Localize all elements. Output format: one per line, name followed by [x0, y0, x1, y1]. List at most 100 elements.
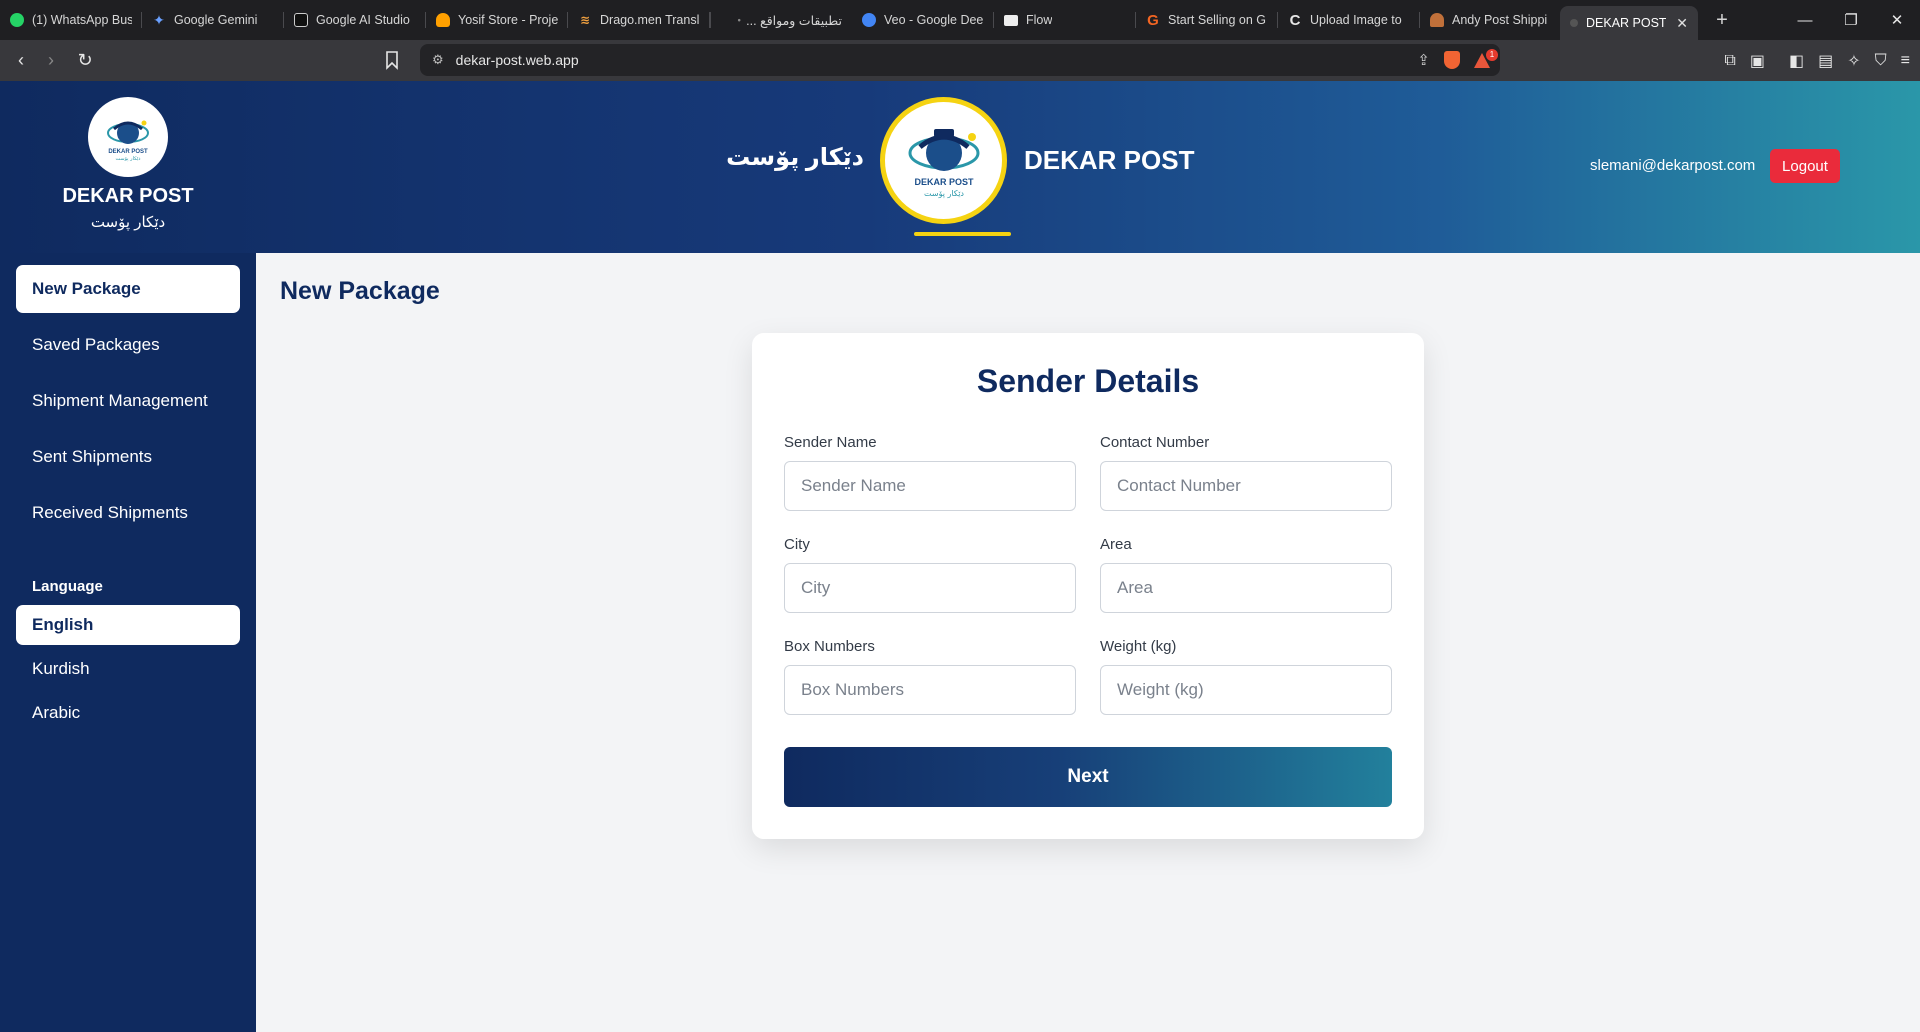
user-email: slemani@dekarpost.com: [1590, 157, 1756, 174]
logout-button[interactable]: Logout: [1770, 149, 1840, 183]
language-english[interactable]: English: [16, 605, 240, 645]
site-icon: •: [737, 15, 741, 25]
back-icon[interactable]: ‹: [6, 46, 36, 76]
sender-name-label: Sender Name: [784, 434, 877, 451]
sender-details-card: Sender Details Sender Name Contact Numbe…: [752, 333, 1424, 839]
browser-tab-upload-image[interactable]: C Upload Image to: [1278, 0, 1420, 40]
box-numbers-input[interactable]: [784, 665, 1076, 715]
reload-icon[interactable]: ↻: [70, 46, 100, 76]
tab-label: Google Gemini: [174, 13, 258, 27]
tab-label: Google AI Studio: [316, 13, 410, 27]
svg-text:دێکار پۆست: دێکار پۆست: [116, 156, 141, 162]
gemini-icon: ✦: [153, 11, 165, 28]
extensions-icon[interactable]: ⧉: [1724, 52, 1735, 70]
weight-label: Weight (kg): [1100, 638, 1177, 655]
bookmark-icon[interactable]: [385, 50, 399, 70]
g-icon: G: [1147, 11, 1159, 29]
browser-tab-dragomen[interactable]: ≋ Drago.men Transl: [568, 0, 710, 40]
sidebar-item-new-package[interactable]: New Package: [16, 265, 240, 313]
browser-tab-ai-studio[interactable]: Google AI Studio: [284, 0, 426, 40]
firebase-icon: [436, 13, 450, 27]
close-tab-icon[interactable]: ✕: [1676, 15, 1688, 32]
site-settings-icon[interactable]: ⚙: [432, 52, 444, 68]
veo-icon: [862, 13, 876, 27]
brand-logo: DEKAR POST دێکار پۆست: [88, 97, 168, 177]
sidebar-item-sent-shipments[interactable]: Sent Shipments: [16, 433, 240, 481]
browser-tab-gemini[interactable]: ✦ Google Gemini: [142, 0, 284, 40]
tab-label: تطبيقات ومواقع ...: [746, 13, 842, 28]
sidebar-item-saved-packages[interactable]: Saved Packages: [16, 321, 240, 369]
vpn-icon[interactable]: ⛉: [1875, 52, 1887, 70]
language-arabic[interactable]: Arabic: [16, 693, 240, 733]
weight-input[interactable]: [1100, 665, 1392, 715]
tab-label: Drago.men Transl: [600, 13, 700, 27]
browser-tab-dekar-post[interactable]: DEKAR POST ✕: [1560, 6, 1698, 40]
language-heading: Language: [32, 578, 103, 595]
sidebar-item-shipment-management[interactable]: Shipment Management: [16, 377, 240, 425]
c-icon: C: [1289, 11, 1301, 29]
city-label: City: [784, 536, 810, 553]
forward-icon[interactable]: ›: [36, 46, 66, 76]
next-button[interactable]: Next: [784, 747, 1392, 807]
flow-icon: [1004, 14, 1018, 26]
window-controls: — ❐ ✕: [1782, 0, 1920, 40]
brave-rewards-icon[interactable]: 1: [1474, 48, 1498, 68]
sidebar-item-received-shipments[interactable]: Received Shipments: [16, 489, 240, 537]
toolbar-right-icons: ⧉ ▣ ◧ ▤ ✧ ⛉ ≡: [1724, 40, 1910, 81]
sender-name-input[interactable]: [784, 461, 1076, 511]
brave-shields-icon[interactable]: [1444, 51, 1460, 69]
dekar-logo-large-icon: DEKAR POST دێکار پۆست: [908, 128, 979, 198]
tab-label: (1) WhatsApp Bus: [32, 13, 132, 27]
tab-label: Flow: [1026, 13, 1053, 27]
leo-ai-icon[interactable]: ✧: [1847, 51, 1860, 71]
browser-tab-start-selling[interactable]: G Start Selling on G: [1136, 0, 1278, 40]
header-kurdish-title: دێکار پۆست: [726, 144, 864, 171]
sidebar-toggle-icon[interactable]: ◧: [1789, 51, 1804, 71]
area-label: Area: [1100, 536, 1132, 553]
header-english-title: DEKAR POST: [1024, 145, 1195, 175]
menu-icon[interactable]: ≡: [1901, 52, 1910, 70]
tab-label: Start Selling on G: [1168, 13, 1266, 27]
box-numbers-label: Box Numbers: [784, 638, 875, 655]
brand-subtitle: دێکار پۆست: [90, 214, 166, 231]
app-header: DEKAR POST دێکار پۆست DEKAR POST دێکار پ…: [0, 81, 1920, 253]
page-title: New Package: [280, 277, 440, 305]
dragomen-icon: ≋: [579, 13, 591, 27]
browser-tab-andy-post[interactable]: Andy Post Shippi: [1420, 0, 1560, 40]
close-window-icon[interactable]: ✕: [1874, 0, 1920, 40]
browser-tab-arabic-apps[interactable]: تطبيقات ومواقع ... •: [710, 0, 852, 40]
andy-icon: [1430, 13, 1444, 27]
browser-tab-flow[interactable]: Flow: [994, 0, 1136, 40]
address-bar[interactable]: ⚙ dekar-post.web.app ⇪ 1: [420, 44, 1500, 76]
logo-underline: [914, 232, 1011, 236]
whatsapp-icon: [10, 13, 24, 27]
minimize-icon[interactable]: —: [1782, 0, 1828, 40]
svg-text:DEKAR POST: DEKAR POST: [914, 177, 974, 187]
screenshot-icon[interactable]: ▣: [1750, 51, 1765, 71]
share-icon[interactable]: ⇪: [1417, 51, 1430, 69]
rewards-badge: 1: [1486, 48, 1498, 61]
browser-tab-bar: (1) WhatsApp Bus ✦ Google Gemini Google …: [0, 0, 1920, 40]
sidebar: New Package Saved Packages Shipment Mana…: [0, 253, 256, 1032]
city-input[interactable]: [784, 563, 1076, 613]
browser-tab-whatsapp[interactable]: (1) WhatsApp Bus: [0, 0, 142, 40]
area-input[interactable]: [1100, 563, 1392, 613]
svg-text:DEKAR POST: DEKAR POST: [108, 149, 148, 155]
browser-tab-yosif-store[interactable]: Yosif Store - Proje: [426, 0, 568, 40]
contact-number-label: Contact Number: [1100, 434, 1210, 451]
restore-icon[interactable]: ❐: [1828, 0, 1874, 40]
wallet-icon[interactable]: ▤: [1818, 51, 1833, 71]
contact-number-input[interactable]: [1100, 461, 1392, 511]
svg-text:دێکار پۆست: دێکار پۆست: [924, 189, 964, 198]
browser-tab-veo[interactable]: Veo - Google Dee: [852, 0, 994, 40]
browser-toolbar: ‹ › ↻ ⚙ dekar-post.web.app ⇪ 1 ⧉ ▣ ◧ ▤ ✧…: [0, 40, 1920, 81]
brand-title: DEKAR POST: [62, 185, 194, 207]
tab-label: Andy Post Shippi: [1452, 13, 1548, 27]
new-tab-icon[interactable]: +: [1712, 9, 1732, 32]
dekar-icon: [1570, 19, 1578, 27]
tab-label: DEKAR POST: [1586, 16, 1667, 30]
center-logo: DEKAR POST دێکار پۆست: [880, 97, 1007, 224]
tab-label: Veo - Google Dee: [884, 13, 984, 27]
ai-studio-icon: [294, 13, 308, 27]
language-kurdish[interactable]: Kurdish: [16, 649, 240, 689]
